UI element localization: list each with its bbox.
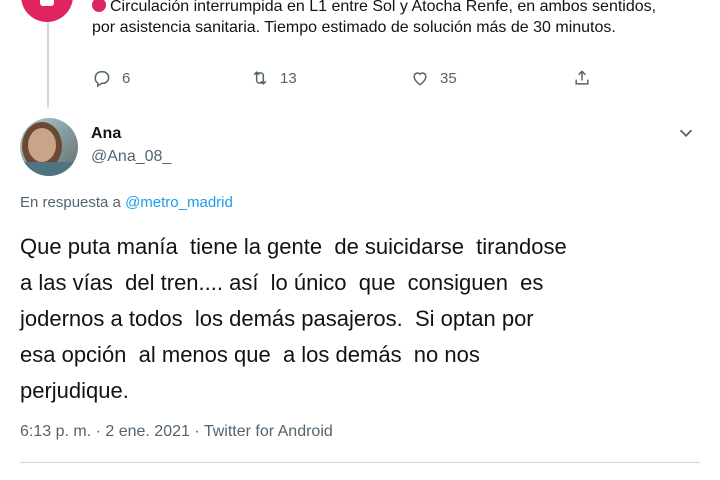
retweet-count: 13 <box>280 69 297 87</box>
avatar-face <box>28 128 56 162</box>
reply-count: 6 <box>122 69 131 87</box>
heart-icon <box>413 72 427 86</box>
chevron-down-icon[interactable] <box>675 122 697 144</box>
reply-icon <box>94 71 110 88</box>
tweet-text: Que puta manía tiene la gente de suicida… <box>20 234 567 403</box>
reply-to-line: En respuesta a @metro_madrid <box>20 194 233 211</box>
like-count: 35 <box>440 69 457 87</box>
retweet-button[interactable]: 13 <box>250 68 297 88</box>
author-name[interactable]: Ana <box>91 125 121 143</box>
share-icon <box>575 70 589 85</box>
previous-tweet-text: Circulación interrumpida en L1 entre Sol… <box>92 0 682 38</box>
author-handle[interactable]: @Ana_08_ <box>91 148 171 166</box>
metro-madrid-avatar[interactable] <box>21 0 73 22</box>
red-circle-icon <box>92 0 106 12</box>
like-button[interactable]: 35 <box>410 68 457 88</box>
reply-to-mention[interactable]: @metro_madrid <box>125 194 233 211</box>
share-button[interactable] <box>572 68 592 88</box>
retweet-icon <box>253 71 267 85</box>
divider <box>20 462 700 463</box>
avatar-shirt <box>20 162 78 176</box>
logo-mark <box>40 0 54 6</box>
previous-tweet-body: Circulación interrumpida en L1 entre Sol… <box>92 0 657 36</box>
tweet-meta[interactable]: 6:13 p. m. · 2 ene. 2021 · Twitter for A… <box>20 423 333 441</box>
reply-to-prefix: En respuesta a <box>20 194 126 211</box>
previous-tweet-actions: 6 13 35 <box>92 68 612 96</box>
author-avatar[interactable] <box>20 118 78 176</box>
reply-button[interactable]: 6 <box>92 68 130 88</box>
